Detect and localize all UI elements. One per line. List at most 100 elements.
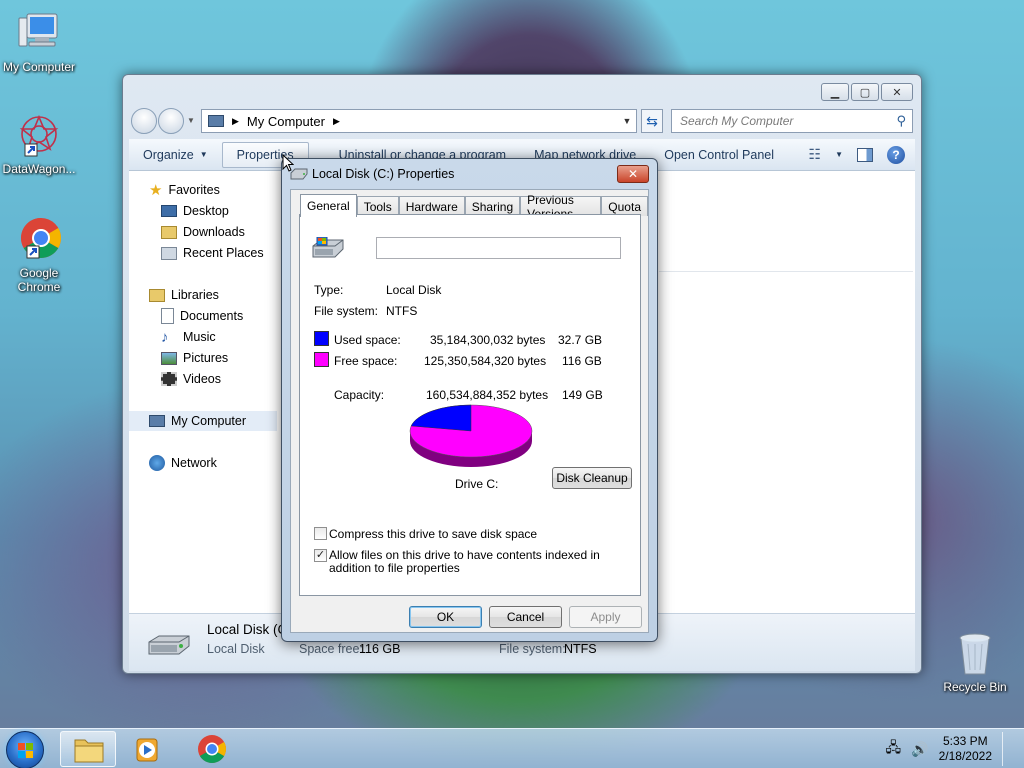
nav-music[interactable]: ♪ Music [161, 327, 216, 347]
maximize-button[interactable]: ▢ [851, 83, 879, 101]
close-icon: ✕ [627, 167, 639, 181]
nav-label: Downloads [183, 225, 245, 239]
open-control-panel-button[interactable]: Open Control Panel [650, 139, 788, 171]
space-free-label: Space free: [299, 642, 363, 656]
file-system-label: File system: [499, 642, 566, 656]
capacity-size: 149 GB [562, 388, 603, 402]
divider [312, 494, 628, 495]
minimize-button[interactable]: ▁ [821, 83, 849, 101]
tab-general[interactable]: General [300, 194, 357, 217]
taskbar-explorer-button[interactable] [60, 731, 116, 767]
nav-downloads[interactable]: Downloads [161, 222, 245, 242]
nav-pictures[interactable]: Pictures [161, 348, 228, 368]
tab-previous-versions[interactable]: Previous Versions [520, 193, 602, 221]
dialog-body: General Tools Hardware Sharing Previous … [290, 189, 649, 633]
apply-button[interactable]: Apply [569, 606, 642, 628]
nav-label: Videos [183, 372, 221, 386]
drive-icon [147, 632, 191, 655]
music-icon: ♪ [161, 328, 169, 346]
index-checkbox[interactable]: ✓ [314, 549, 327, 562]
downloads-icon [161, 225, 177, 239]
taskbar-chrome-button[interactable] [184, 731, 240, 767]
free-space-size: 116 GB [562, 354, 602, 368]
videos-icon [161, 372, 177, 386]
chevron-down-icon: ▼ [199, 150, 208, 159]
index-label[interactable]: Allow files on this drive to have conten… [329, 549, 629, 575]
tab-tools[interactable]: Tools [356, 196, 399, 216]
close-icon: ✕ [892, 86, 902, 99]
ok-button[interactable]: OK [409, 606, 482, 628]
cancel-button[interactable]: Cancel [489, 606, 562, 628]
desktop-icon-datawagon[interactable]: DataWagon... [0, 112, 78, 176]
nav-favorites[interactable]: ★ Favorites [149, 180, 220, 200]
desktop-icon-recycle-bin[interactable]: Recycle Bin [936, 630, 1014, 694]
dialog-close-button[interactable]: ✕ [617, 165, 649, 183]
volume-label-input[interactable] [376, 237, 621, 259]
divider [312, 271, 628, 272]
nav-videos[interactable]: Videos [161, 369, 221, 389]
desktop-icon [161, 205, 177, 217]
computer-icon [15, 10, 63, 58]
file-system-value: NTFS [386, 304, 418, 318]
nav-label: Recent Places [183, 246, 264, 260]
used-space-label: Used space: [334, 333, 401, 347]
nav-libraries[interactable]: Libraries [149, 285, 219, 305]
volume-icon[interactable]: 🔊 [911, 741, 928, 758]
chrome-icon [15, 216, 63, 264]
address-dropdown-icon[interactable]: ▼ [618, 116, 636, 126]
history-dropdown-icon[interactable]: ▼ [187, 116, 195, 125]
back-button[interactable] [131, 108, 157, 134]
mouse-cursor-icon [282, 154, 294, 172]
dialog-title: Local Disk (C:) Properties [312, 167, 455, 181]
show-desktop-button[interactable] [1002, 732, 1014, 766]
file-system-value: NTFS [564, 642, 597, 656]
documents-icon [161, 308, 174, 324]
libraries-icon [149, 288, 165, 302]
clock-time: 5:33 PM [942, 734, 988, 748]
nav-label: Pictures [183, 351, 229, 365]
window-controls: ▁ ▢ ✕ [821, 83, 913, 101]
taskbar-media-player-button[interactable] [120, 731, 176, 767]
start-button[interactable] [6, 731, 44, 768]
address-bar[interactable]: ▶ My Computer ▶ ▼ [201, 109, 637, 133]
compress-label[interactable]: Compress this drive to save disk space [329, 527, 537, 541]
free-space-bytes: 125,350,584,320 bytes [424, 354, 547, 368]
nav-my-computer[interactable]: My Computer [129, 411, 277, 431]
tab-sharing[interactable]: Sharing [464, 196, 521, 216]
forward-button[interactable] [158, 108, 184, 134]
organize-button[interactable]: Organize ▼ [129, 139, 222, 171]
general-panel: Type: Local Disk File system: NTFS Used … [299, 214, 641, 596]
nav-recent-places[interactable]: Recent Places [161, 243, 264, 263]
desktop-icon-my-computer[interactable]: My Computer [0, 10, 78, 74]
space-free-value: 116 GB [359, 642, 401, 656]
star-icon: ★ [149, 182, 163, 199]
nav-label: Music [183, 330, 216, 344]
computer-small-icon [149, 415, 165, 427]
clock-date: 2/18/2022 [938, 749, 992, 763]
disk-cleanup-button[interactable]: Disk Cleanup [552, 467, 632, 489]
view-options-icon[interactable]: ☷ [809, 146, 822, 163]
disk-usage-pie-chart [409, 404, 533, 467]
search-input[interactable]: Search My Computer ⚲ [671, 109, 913, 133]
chevron-down-icon[interactable]: ▼ [835, 150, 843, 159]
close-button[interactable]: ✕ [881, 83, 913, 101]
compress-checkbox[interactable] [314, 527, 327, 540]
refresh-button[interactable]: ⇆ [641, 109, 663, 133]
preview-pane-icon[interactable] [857, 147, 873, 162]
breadcrumb-arrow-icon[interactable]: ▶ [232, 116, 239, 127]
breadcrumb-my-computer[interactable]: My Computer [247, 114, 325, 129]
desktop-icon-label: Recycle Bin [943, 680, 1007, 694]
clock[interactable]: 5:33 PM 2/18/2022 [939, 734, 992, 764]
tab-quota[interactable]: Quota [601, 196, 648, 216]
desktop-icon-google-chrome[interactable]: Google Chrome [0, 216, 78, 294]
breadcrumb-arrow-icon[interactable]: ▶ [333, 116, 340, 127]
network-status-icon[interactable]: 🖧 [886, 737, 902, 761]
tab-hardware[interactable]: Hardware [398, 196, 465, 216]
search-icon[interactable]: ⚲ [896, 113, 906, 129]
used-space-swatch [314, 331, 329, 346]
nav-desktop[interactable]: Desktop [161, 201, 229, 221]
nav-documents[interactable]: Documents [161, 306, 243, 326]
taskbar: 🖧 🔊 5:33 PM 2/18/2022 [0, 728, 1024, 768]
nav-network[interactable]: Network [149, 453, 217, 473]
help-icon[interactable]: ? [887, 145, 905, 164]
